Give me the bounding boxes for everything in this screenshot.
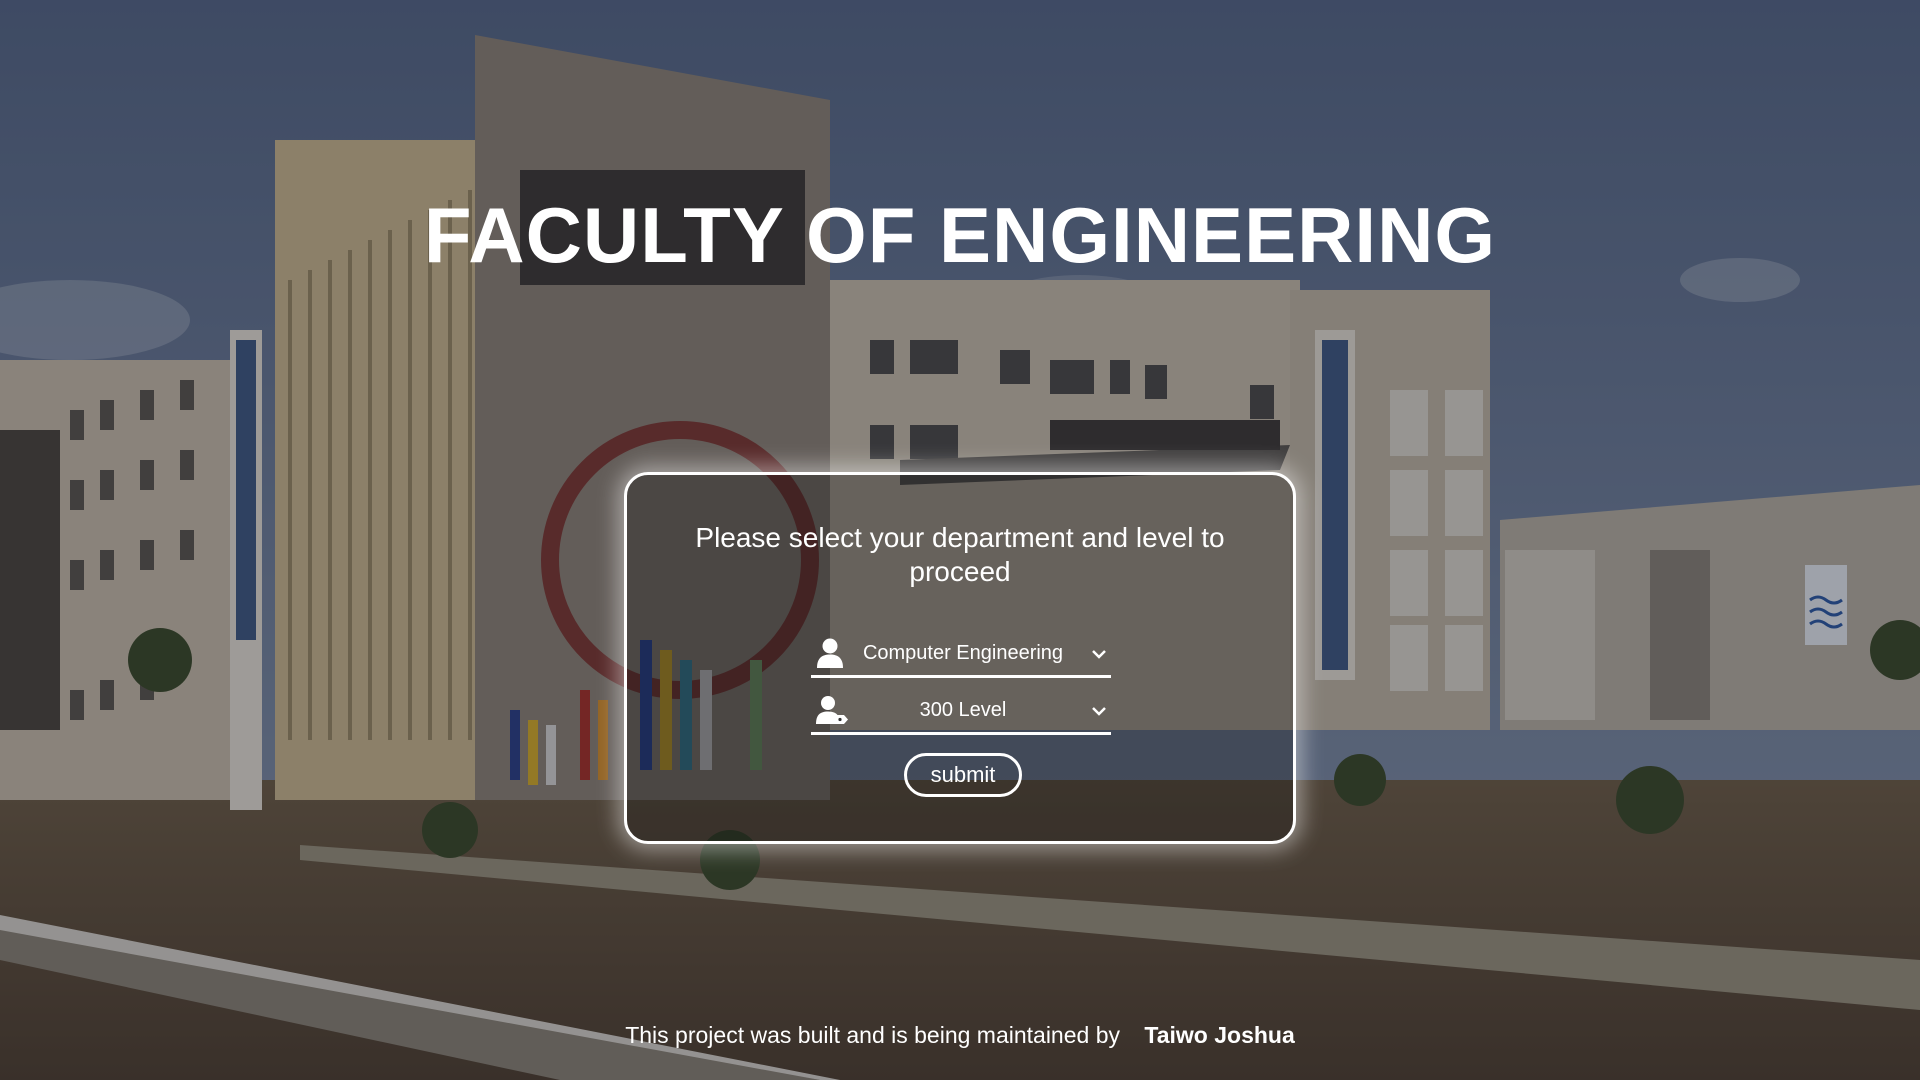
chevron-down-icon [1091,704,1107,716]
page-title: FACULTY OF ENGINEERING [423,191,1497,279]
user-tag-icon [815,694,848,726]
footer-credit: This project was built and is being main… [0,1022,1920,1049]
footer-author: Taiwo Joshua [1144,1022,1295,1048]
department-select[interactable]: Computer Engineering [811,635,1111,678]
level-value: 300 Level [919,699,1007,721]
user-icon [815,637,845,669]
level-select[interactable]: 300 Level [811,692,1111,735]
form-prompt: Please select your department and level … [695,522,1225,587]
submit-button[interactable]: submit [904,753,1022,797]
footer-text: This project was built and is being main… [625,1022,1120,1048]
department-value: Computer Engineering [862,642,1064,664]
selection-form-card: Please select your department and level … [624,472,1296,844]
chevron-down-icon [1091,647,1107,659]
landing-page: FACULTY OF ENGINEERING Please select you… [0,0,1920,1080]
